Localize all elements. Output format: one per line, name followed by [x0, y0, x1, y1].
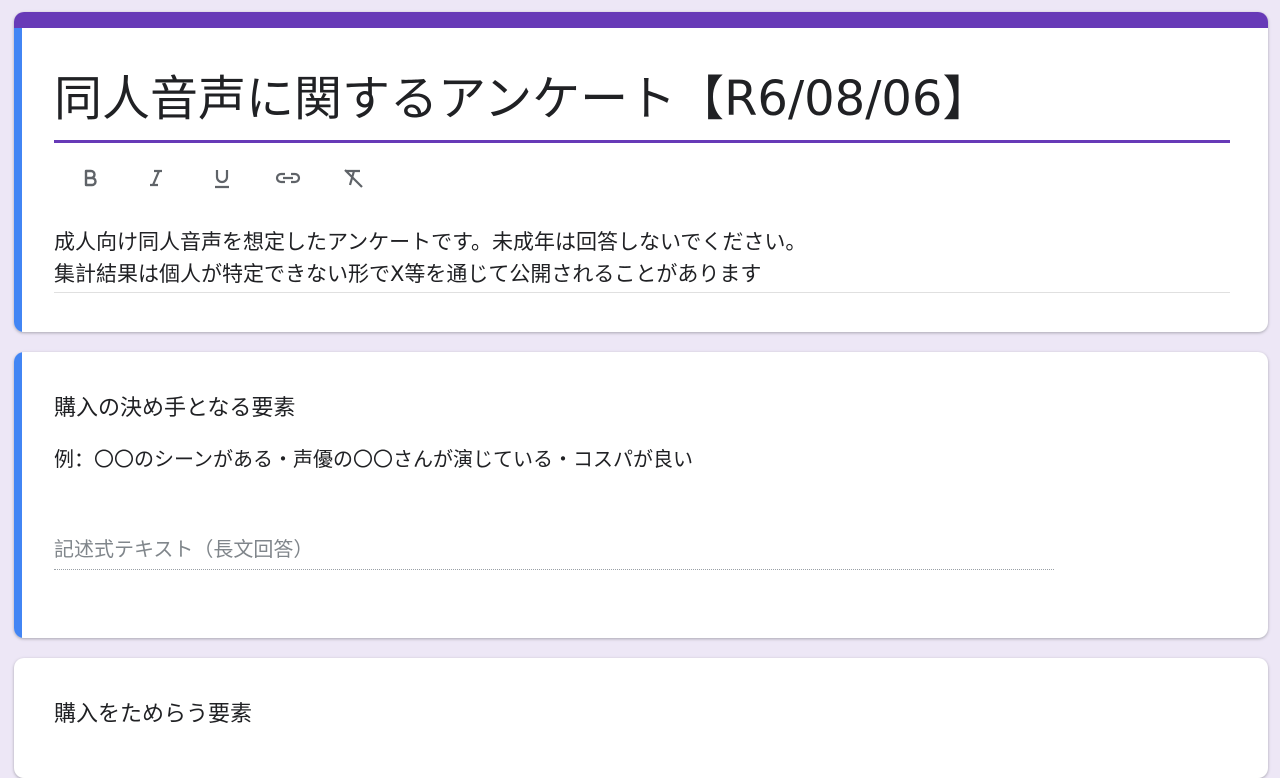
question-card[interactable]: 購入の決め手となる要素 例：〇〇のシーンがある・声優の〇〇さんが演じている・コス… — [14, 352, 1268, 638]
title-underline — [54, 140, 1230, 143]
bold-icon — [84, 169, 97, 187]
question-description: 例：〇〇のシーンがある・声優の〇〇さんが演じている・コスパが良い — [54, 447, 693, 471]
form-title-input[interactable]: 同人音声に関するアンケート【R6/08/06】 — [54, 64, 1230, 138]
form-description[interactable]: 成人向け同人音声を想定したアンケートです。未成年は回答しないでください。 集計結… — [54, 226, 1230, 290]
underline-icon — [215, 170, 229, 189]
description-underline — [54, 292, 1230, 293]
focus-indicator — [14, 352, 22, 638]
question-title: 購入の決め手となる要素 — [54, 396, 296, 421]
description-line: 成人向け同人音声を想定したアンケートです。未成年は回答しないでください。 — [54, 230, 807, 254]
long-answer-field[interactable] — [54, 528, 1054, 570]
underline-button[interactable] — [200, 160, 244, 196]
question-title: 購入をためらう要素 — [54, 702, 253, 727]
form-header-card: 同人音声に関するアンケート【R6/08/06】 成人向け同人音声を想定したアンケ… — [14, 12, 1268, 332]
formatting-toolbar — [68, 160, 376, 196]
focus-indicator — [14, 28, 22, 332]
clear-formatting-icon — [344, 169, 363, 188]
link-button[interactable] — [266, 160, 310, 196]
italic-icon — [150, 169, 162, 187]
description-line: 集計結果は個人が特定できない形でX等を通じて公開されることがあります — [54, 262, 762, 286]
clear-formatting-button[interactable] — [332, 160, 376, 196]
theme-color-bar — [14, 12, 1268, 28]
link-icon — [275, 172, 301, 184]
bold-button[interactable] — [68, 160, 112, 196]
italic-button[interactable] — [134, 160, 178, 196]
question-card[interactable]: 購入をためらう要素 — [14, 658, 1268, 778]
